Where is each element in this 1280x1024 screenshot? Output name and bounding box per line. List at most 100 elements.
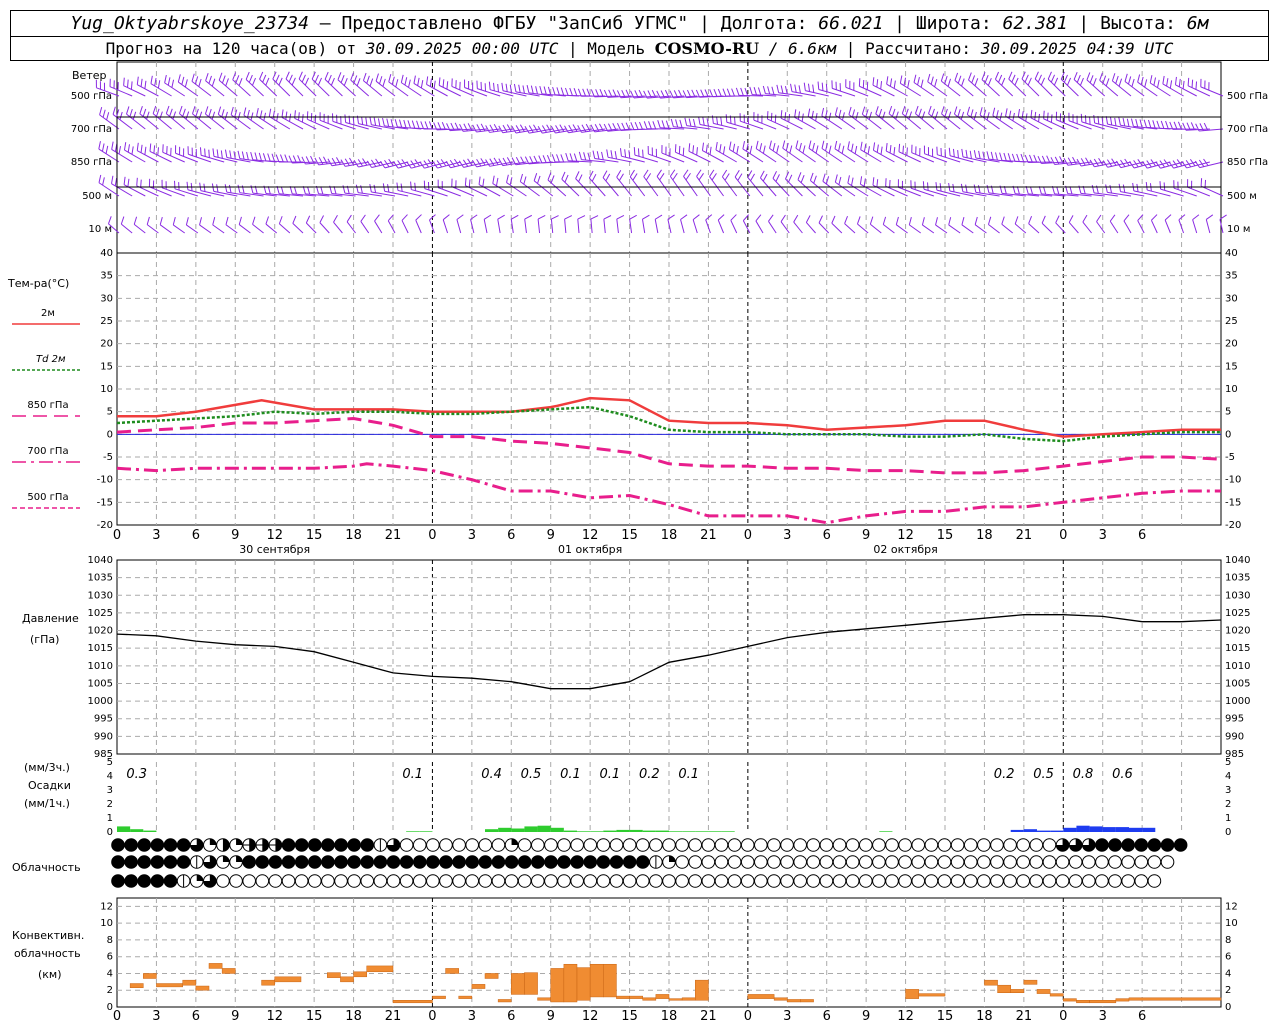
- cloud-symbol: [1082, 874, 1096, 888]
- y-tick-left: 25: [100, 316, 113, 327]
- wind-barb-staff: [860, 183, 882, 197]
- wind-barb-flag: [696, 169, 702, 177]
- cloud-symbol: [176, 855, 191, 869]
- wind-barb-flag: [366, 75, 370, 84]
- wind-barb-staff: [847, 148, 869, 163]
- cloud-symbol: [635, 838, 650, 852]
- precip-bar-mixed: [1142, 827, 1156, 832]
- wind-barb-flag: [776, 84, 780, 93]
- wind-barb: [172, 217, 186, 234]
- cloud-symbol: [478, 838, 493, 852]
- wind-barb-flag: [365, 117, 368, 126]
- conv-bar: [747, 994, 775, 999]
- wind-barb-flag: [944, 75, 948, 84]
- wind-barb: [374, 214, 383, 234]
- wind-barb-flag: [665, 120, 670, 129]
- wind-barb-flag: [1115, 75, 1119, 84]
- wind-barb-staff: [616, 219, 619, 234]
- wind-barb: [355, 184, 382, 197]
- wind-barb-flag: [556, 154, 560, 163]
- cloud-symbol: [1016, 855, 1031, 869]
- x-tick: 18: [661, 528, 678, 543]
- wind-level-label: 500 гПа: [71, 91, 112, 102]
- cloud-symbol: [701, 874, 716, 888]
- cloud-circle: [1095, 874, 1109, 888]
- wind-barb-flag: [813, 175, 817, 184]
- wind-barb-flag: [346, 214, 352, 223]
- wind-barb-flag: [177, 74, 181, 83]
- wind-barb-flag: [146, 216, 150, 225]
- wind-barb-flag: [1102, 75, 1107, 84]
- wind-barb-staff: [483, 219, 488, 234]
- wind-barb: [954, 72, 974, 97]
- cloud-symbol: [439, 838, 453, 852]
- cloud-circle: [452, 838, 466, 852]
- wind-barb-flag: [629, 169, 635, 178]
- cloud-symbol: [950, 838, 965, 852]
- wind-barb-flag: [642, 214, 650, 220]
- cloud-symbol: [701, 838, 716, 852]
- wind-barb-flag: [382, 117, 385, 126]
- wind-barb-staff: [1055, 222, 1066, 234]
- wind-barb-flag: [139, 106, 143, 114]
- wind-barb-staff: [464, 87, 488, 97]
- wind-barb: [888, 105, 908, 130]
- wind-barb-flag: [957, 150, 959, 159]
- wind-barb-flag: [153, 145, 156, 154]
- cloud-symbol: [281, 838, 296, 852]
- wind-barb-staff: [161, 187, 185, 197]
- conv-bar: [603, 963, 617, 998]
- cloud-circle: [806, 838, 821, 852]
- wind-barb: [506, 174, 527, 197]
- cloud-symbol: [347, 855, 361, 869]
- wind-barb-flag: [844, 215, 848, 224]
- wind-barb-flag: [278, 216, 283, 224]
- wind-barb-flag: [411, 120, 416, 129]
- cloud-circle: [780, 874, 794, 888]
- conv-bar: [143, 973, 157, 979]
- cloud-circle: [898, 855, 912, 869]
- x-tick-bottom: 12: [266, 1009, 283, 1024]
- wind-barb-flag: [672, 172, 678, 181]
- wind-barb-flag: [1016, 153, 1020, 162]
- wind-barb-flag: [519, 173, 524, 182]
- wind-barb-flag: [146, 111, 150, 120]
- wind-barb-staff: [1068, 222, 1079, 234]
- cloud-circle: [609, 838, 624, 852]
- cloud-symbol: [1108, 855, 1122, 869]
- cloud-symbol: [727, 855, 742, 869]
- wind-barb-staff: [1005, 115, 1027, 130]
- cloud-full: [1121, 838, 1135, 852]
- cloud-circle: [517, 874, 532, 888]
- precip-bar-mixed: [1089, 826, 1103, 832]
- wind-barb-flag: [973, 150, 977, 159]
- wind-barb-flag: [307, 186, 311, 195]
- wind-barb-flag: [582, 88, 587, 97]
- wind-barb-flag: [898, 143, 901, 152]
- cloud-symbol: [1082, 855, 1096, 869]
- precip-bar: [642, 830, 656, 832]
- wind-barb-flag: [387, 184, 390, 193]
- wind-barb-flag: [120, 216, 125, 225]
- wind-barb-flag: [102, 109, 106, 118]
- wind-barb-flag: [159, 111, 163, 120]
- cloud-symbol: [1003, 874, 1017, 888]
- wind-barb-flag: [164, 74, 167, 83]
- cloud-symbol: [596, 874, 611, 888]
- wind-barb-staff: [438, 84, 461, 97]
- cloud-circle: [412, 838, 427, 852]
- wind-barb-staff: [922, 224, 935, 234]
- wind-barb-flag: [670, 118, 674, 127]
- y-tick-left: 4: [107, 771, 113, 782]
- cloud-symbol: [898, 838, 912, 852]
- wind-barb-flag: [1123, 214, 1130, 222]
- wind-barb-flag: [288, 74, 293, 83]
- cloud-circle: [963, 838, 978, 852]
- wind-barb-flag: [818, 215, 823, 224]
- y-tick-left: 4: [107, 968, 113, 979]
- precip-bar: [695, 831, 709, 832]
- wind-level-label-right: 500 м: [1227, 191, 1257, 202]
- wind-barb-flag: [218, 72, 223, 81]
- wind-barb: [641, 214, 650, 234]
- wind-barb-staff: [212, 224, 225, 234]
